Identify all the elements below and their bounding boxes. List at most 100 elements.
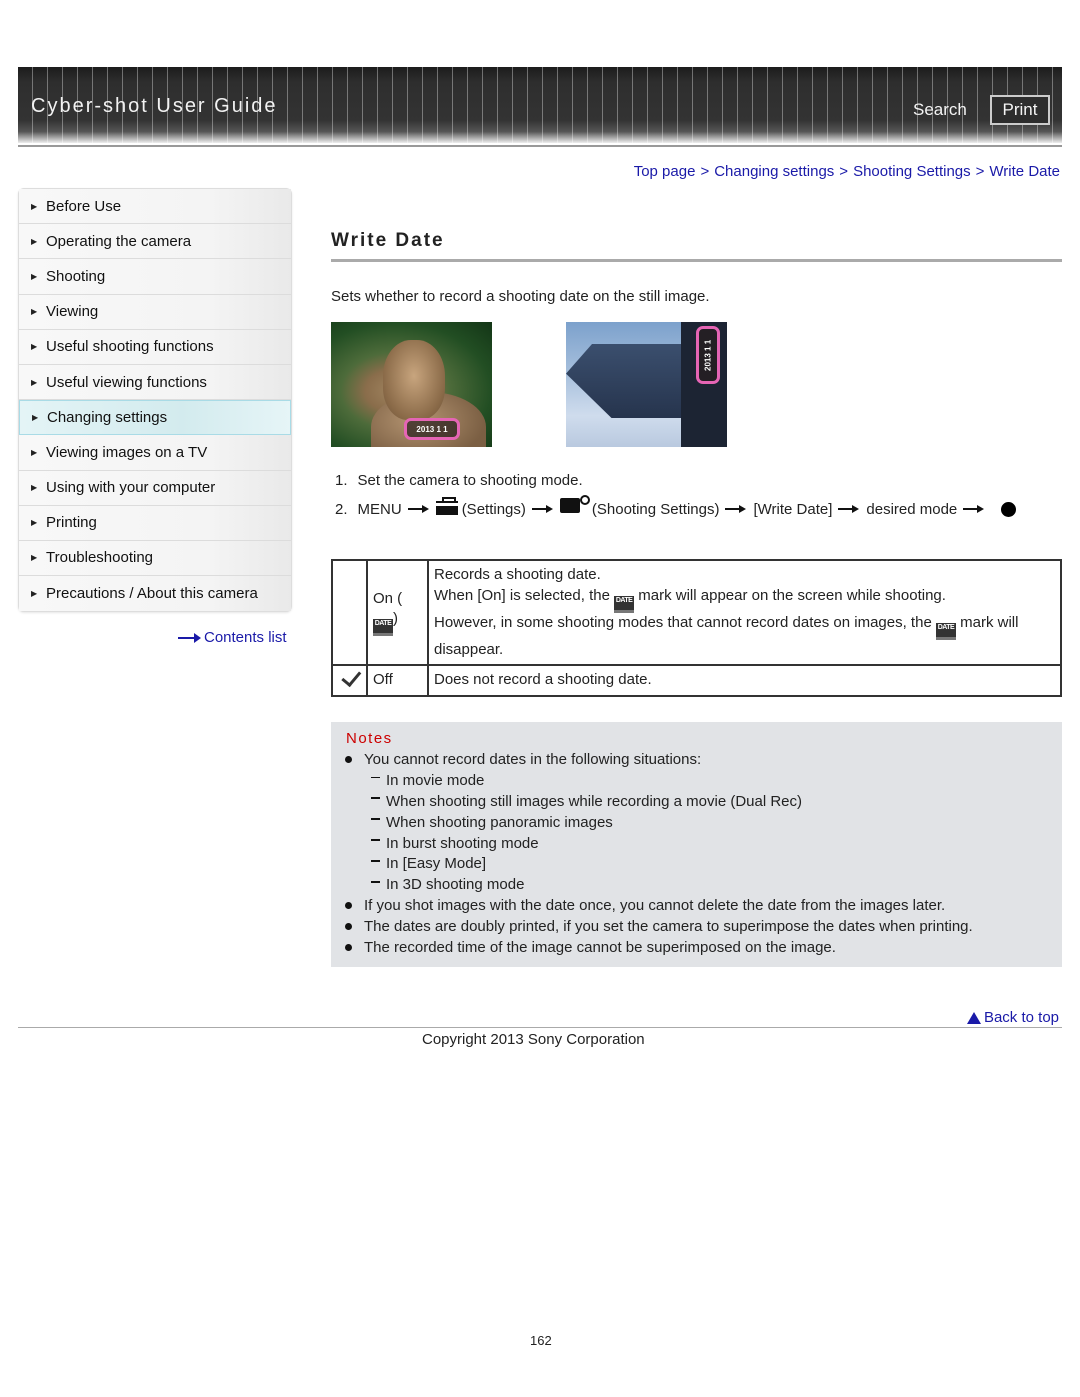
- notes-title: Notes: [346, 730, 393, 747]
- breadcrumb-top-page[interactable]: Top page: [634, 163, 696, 180]
- table-row: Off Does not record a shooting date.: [331, 664, 1062, 697]
- breadcrumb-changing-settings[interactable]: Changing settings: [714, 163, 834, 180]
- footer-divider: [18, 1027, 1062, 1028]
- breadcrumb-write-date[interactable]: Write Date: [989, 163, 1060, 180]
- intro-text: Sets whether to record a shooting date o…: [331, 288, 710, 305]
- note-text: In burst shooting mode: [386, 834, 539, 852]
- note-text: When shooting still images while recordi…: [386, 792, 803, 810]
- arrow-right-icon: [407, 504, 430, 514]
- sidebar-item-useful-shooting-functions[interactable]: ▶ Useful shooting functions: [19, 329, 291, 365]
- note-subitem: In [Easy Mode]: [339, 853, 1054, 874]
- note-text: The dates are doubly printed, if you set…: [364, 918, 973, 936]
- step-text: Set the camera to shooting mode.: [357, 472, 583, 489]
- note-subitem: In burst shooting mode: [339, 833, 1054, 854]
- note-subitem: In movie mode: [339, 770, 1054, 791]
- description-line: When [On] is selected, the: [434, 586, 610, 604]
- center-button-dot-icon: [1001, 501, 1017, 517]
- sidebar-item-viewing-images-on-a-tv[interactable]: ▶ Viewing images on a TV: [19, 435, 291, 471]
- page-title: Write Date: [331, 230, 445, 251]
- dash-icon: [371, 818, 380, 820]
- sidebar-item-troubleshooting[interactable]: ▶ Troubleshooting: [19, 540, 291, 577]
- default-marker-cell: [331, 559, 368, 666]
- header-divider: [18, 145, 1062, 147]
- building-shape: [566, 344, 696, 418]
- back-to-top-link[interactable]: Back to top: [966, 1009, 1059, 1026]
- note-subitem: When shooting panoramic images: [339, 812, 1054, 833]
- sidebar-item-using-with-your-computer[interactable]: ▶ Using with your computer: [19, 470, 291, 506]
- description-line: disappear.: [434, 640, 504, 658]
- triangle-right-icon: ▶: [31, 271, 38, 281]
- description-line: However, in some shooting modes that can…: [434, 613, 932, 631]
- option-description-cell: Records a shooting date. When [On] is se…: [427, 559, 1062, 666]
- date-icon: DATE: [614, 595, 635, 613]
- triangle-right-icon: ▶: [31, 236, 38, 246]
- sidebar-item-shooting[interactable]: ▶ Shooting: [19, 259, 291, 295]
- sidebar-item-operating-the-camera[interactable]: ▶ Operating the camera: [19, 224, 291, 260]
- triangle-right-icon: ▶: [31, 553, 38, 563]
- note-text: If you shot images with the date once, y…: [364, 897, 946, 915]
- option-on-prefix: On (: [373, 589, 403, 607]
- note-item: The recorded time of the image cannot be…: [339, 937, 1054, 958]
- note-text: You cannot record dates in the following…: [364, 750, 702, 768]
- triangle-right-icon: ▶: [31, 589, 38, 599]
- arrow-right-icon: [725, 504, 747, 514]
- triangle-right-icon: ▶: [31, 201, 38, 211]
- triangle-right-icon: ▶: [31, 483, 38, 493]
- breadcrumb-separator: >: [700, 163, 710, 180]
- sidebar-item-changing-settings[interactable]: ▶ Changing settings: [19, 400, 291, 436]
- sidebar-item-useful-viewing-functions[interactable]: ▶ Useful viewing functions: [19, 364, 291, 401]
- sidebar-nav: ▶ Before Use ▶ Operating the camera ▶ Shoot…: [18, 188, 292, 613]
- note-text: The recorded time of the image cannot be…: [364, 938, 836, 956]
- menu-label: MENU: [357, 500, 402, 518]
- date-icon: DATE: [935, 622, 956, 640]
- note-text: In 3D shooting mode: [386, 876, 525, 894]
- sidebar-item-viewing[interactable]: ▶ Viewing: [19, 294, 291, 330]
- sidebar-item-label: Changing settings: [47, 409, 168, 427]
- bullet-icon: [345, 902, 352, 910]
- breadcrumb-shooting-settings[interactable]: Shooting Settings: [853, 163, 971, 180]
- print-button[interactable]: Print: [990, 95, 1050, 125]
- option-name-cell: On ( DATE): [366, 559, 429, 666]
- dash-icon: [371, 860, 380, 862]
- triangle-up-icon: [966, 1011, 981, 1024]
- note-text: When shooting panoramic images: [386, 813, 613, 831]
- triangle-right-icon: ▶: [31, 377, 38, 387]
- sidebar-item-precautions[interactable]: ▶ Precautions / About this camera: [19, 576, 291, 612]
- search-link[interactable]: Search: [913, 100, 967, 120]
- sidebar-item-label: Viewing: [46, 303, 99, 321]
- note-item: The dates are doubly printed, if you set…: [339, 916, 1054, 937]
- shooting-settings-label: (Shooting Settings): [591, 500, 720, 518]
- app-title: Cyber-shot User Guide: [31, 95, 278, 117]
- bullet-icon: [345, 923, 352, 931]
- triangle-right-icon: ▶: [32, 413, 39, 423]
- building-photo-example: 2013 1 1: [566, 322, 727, 447]
- checkmark-icon: [338, 668, 362, 686]
- option-name-cell: Off: [366, 664, 429, 697]
- date-icon: DATE: [373, 619, 393, 637]
- date-stamp-highlight: 2013 1 1: [404, 418, 460, 440]
- step-1: 1. Set the camera to shooting mode.: [335, 472, 583, 489]
- cat-photo-example: 2013 1 1: [331, 322, 492, 447]
- contents-list-link[interactable]: Contents list: [178, 629, 287, 646]
- sidebar-item-label: Operating the camera: [46, 232, 192, 250]
- settings-label: (Settings): [461, 500, 526, 518]
- step-number: 1.: [335, 472, 348, 489]
- sidebar-item-printing[interactable]: ▶ Printing: [19, 505, 291, 541]
- description-line: mark will appear on the screen while sho…: [638, 586, 946, 604]
- shooting-settings-camera-icon: [559, 495, 590, 513]
- sidebar-item-label: Troubleshooting: [46, 549, 154, 567]
- sidebar-item-label: Useful shooting functions: [46, 338, 214, 356]
- note-item: If you shot images with the date once, y…: [339, 895, 1054, 916]
- settings-toolbox-icon: [435, 497, 458, 515]
- title-divider: [331, 259, 1062, 262]
- note-text: In [Easy Mode]: [386, 855, 487, 873]
- default-marker-cell: [331, 664, 368, 697]
- cat-head-shape: [383, 340, 445, 420]
- sidebar-item-before-use[interactable]: ▶ Before Use: [19, 189, 291, 225]
- triangle-right-icon: ▶: [31, 447, 38, 457]
- table-row: On ( DATE) Records a shooting date. When…: [331, 559, 1062, 666]
- dash-icon: [371, 797, 380, 799]
- write-date-label: [Write Date]: [753, 500, 833, 518]
- arrow-right-icon: [963, 504, 985, 514]
- note-subitem: When shooting still images while recordi…: [339, 791, 1054, 812]
